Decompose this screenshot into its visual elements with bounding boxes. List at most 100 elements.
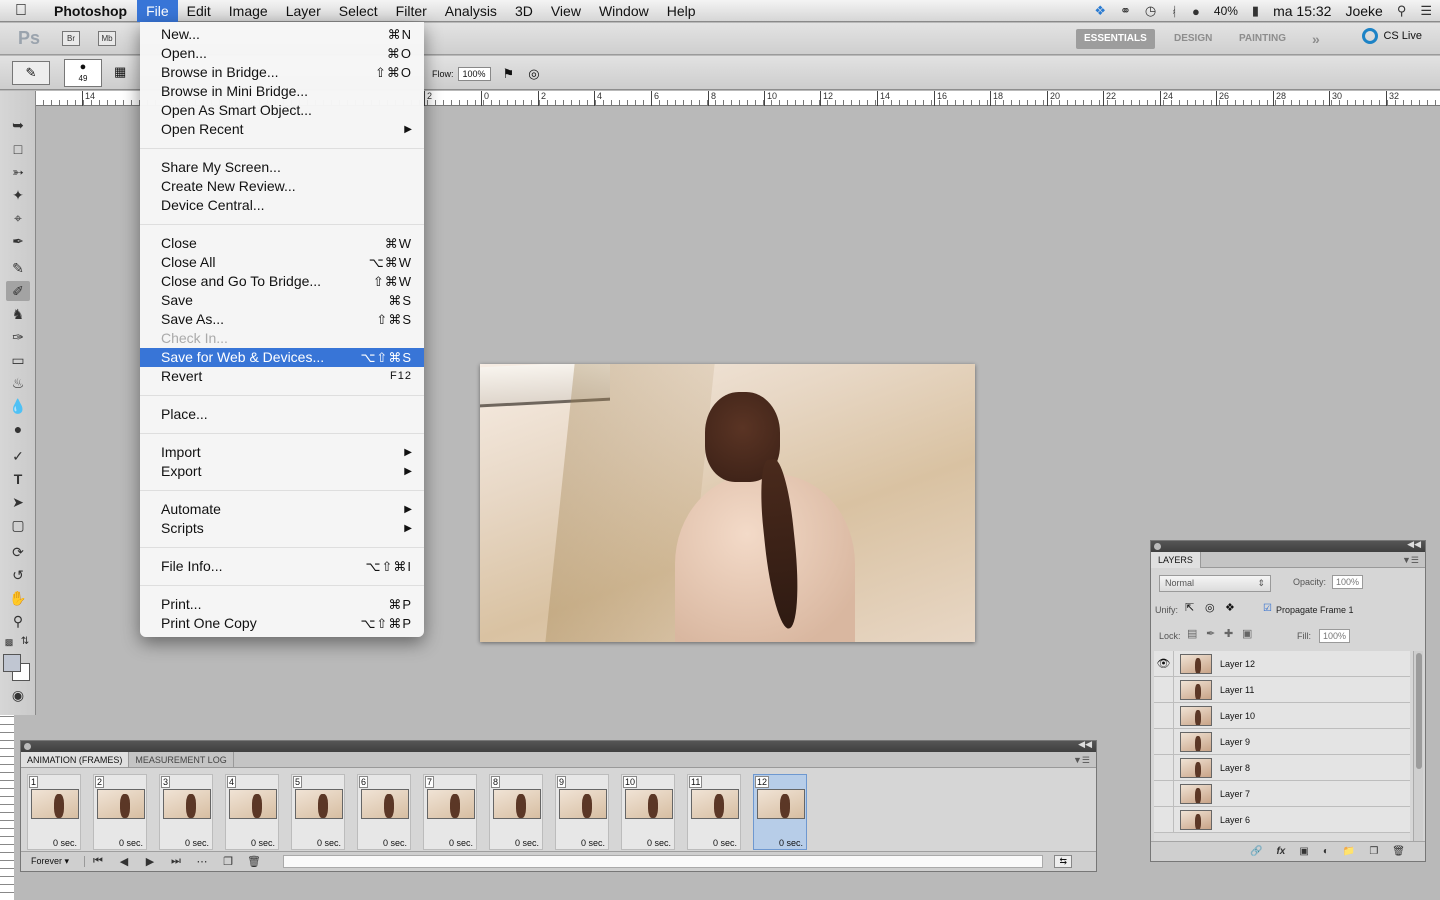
hand-tool-icon[interactable]: ✋	[6, 588, 30, 608]
quick-select-tool-icon[interactable]: ✦	[6, 185, 30, 205]
frame-delay[interactable]: 0 sec.	[779, 838, 803, 848]
tween-icon[interactable]: ⋯	[189, 855, 215, 868]
propagate-checkbox[interactable]: ☑	[1263, 603, 1272, 614]
dropbox-icon[interactable]: ❖	[1094, 3, 1106, 19]
adjustment-layer-icon[interactable]: ◐	[1323, 846, 1329, 857]
frame-delay[interactable]: 0 sec.	[251, 838, 275, 848]
frame-delay[interactable]: 0 sec.	[185, 838, 209, 848]
pen-tool-icon[interactable]: ✓	[6, 446, 30, 466]
blend-mode-select[interactable]: Normal ⇕	[1159, 575, 1271, 592]
eraser-tool-icon[interactable]: ▭	[6, 350, 30, 370]
scrollbar-thumb[interactable]	[1416, 653, 1422, 769]
mini-bridge-button[interactable]: Mb	[98, 31, 116, 46]
default-colors-icon[interactable]: ▩	[2, 632, 16, 652]
menu-analysis[interactable]: Analysis	[436, 0, 506, 22]
tab-layers[interactable]: LAYERS	[1151, 552, 1201, 568]
animation-frame[interactable]: 5 0 sec.	[291, 774, 345, 850]
animation-frame[interactable]: 4 0 sec.	[225, 774, 279, 850]
brush-tool-preset-picker[interactable]: ✎	[12, 61, 50, 85]
history-brush-tool-icon[interactable]: ✑	[6, 327, 30, 347]
menu-item-close-all[interactable]: Close All ⌥⌘W	[140, 253, 424, 272]
brush-preset-picker[interactable]: ● 49	[64, 59, 102, 87]
paint-bucket-tool-icon[interactable]: ♨	[6, 373, 30, 393]
delete-layer-icon[interactable]: 🗑	[1392, 846, 1405, 857]
workspace-painting[interactable]: PAINTING	[1231, 29, 1294, 49]
animation-frame[interactable]: 11 0 sec.	[687, 774, 741, 850]
menu-item-new[interactable]: New... ⌘N	[140, 25, 424, 44]
battery-percent[interactable]: 40%	[1214, 4, 1238, 18]
layer-row[interactable]: Layer 11	[1154, 676, 1410, 703]
user-name[interactable]: Joeke	[1345, 3, 1382, 19]
play-icon[interactable]: ▶	[137, 855, 163, 868]
menu-file[interactable]: File	[137, 0, 178, 22]
bluetooth-icon[interactable]: ᚮ	[1170, 4, 1178, 19]
more-workspaces-button[interactable]: »	[1304, 29, 1328, 49]
first-frame-icon[interactable]: ⏮	[85, 855, 111, 868]
3d-orbit-tool-icon[interactable]: ↺	[6, 565, 30, 585]
clone-stamp-tool-icon[interactable]: ♞	[6, 304, 30, 324]
frame-delay[interactable]: 0 sec.	[515, 838, 539, 848]
frame-delay[interactable]: 0 sec.	[53, 838, 77, 848]
new-layer-icon[interactable]: ❐	[1369, 846, 1378, 857]
marquee-tool-icon[interactable]: □	[6, 139, 30, 159]
menu-item-import[interactable]: Import ▶	[140, 443, 424, 462]
unify-position-icon[interactable]: ⇱	[1185, 601, 1194, 614]
layer-row[interactable]: 👁 Layer 12	[1154, 651, 1410, 677]
bridge-button[interactable]: Br	[62, 31, 80, 46]
menu-item-save-for-web[interactable]: Save for Web & Devices... ⌥⇧⌘S	[140, 348, 424, 367]
menu-item-open[interactable]: Open... ⌘O	[140, 44, 424, 63]
visibility-toggle[interactable]	[1154, 676, 1174, 703]
document-canvas-image[interactable]	[480, 364, 975, 642]
brush-panel-toggle-icon[interactable]: ▦	[114, 64, 126, 80]
eye-icon[interactable]: 👁	[1154, 651, 1174, 677]
tablet-pressure-icon[interactable]: ◎	[528, 66, 539, 82]
frame-delay[interactable]: 0 sec.	[581, 838, 605, 848]
frame-delay[interactable]: 0 sec.	[383, 838, 407, 848]
loop-options-select[interactable]: Forever ▾	[21, 856, 85, 867]
close-panel-icon[interactable]	[24, 743, 31, 750]
zoom-tool-icon[interactable]: ⚲	[6, 611, 30, 631]
menu-item-close[interactable]: Close ⌘W	[140, 234, 424, 253]
close-panel-icon[interactable]	[1154, 543, 1161, 550]
collapse-panel-icon[interactable]: ◀◀	[1078, 739, 1092, 750]
menu-image[interactable]: Image	[220, 0, 277, 22]
app-name-menu[interactable]: Photoshop	[42, 3, 137, 19]
animation-frame-selected[interactable]: 12 0 sec.	[753, 774, 807, 850]
layer-row[interactable]: Layer 10	[1154, 702, 1410, 729]
layer-style-icon[interactable]: fx	[1276, 846, 1285, 857]
frame-delay[interactable]: 0 sec.	[119, 838, 143, 848]
menu-item-scripts[interactable]: Scripts ▶	[140, 519, 424, 538]
menu-item-automate[interactable]: Automate ▶	[140, 500, 424, 519]
time-machine-icon[interactable]: ◷	[1145, 3, 1156, 19]
next-frame-icon[interactable]: ⏭	[163, 855, 189, 868]
panel-title-bar[interactable]: ◀◀	[21, 739, 1096, 752]
menu-item-export[interactable]: Export ▶	[140, 462, 424, 481]
layer-row[interactable]: Layer 9	[1154, 728, 1410, 755]
3d-rotate-tool-icon[interactable]: ⟳	[6, 542, 30, 562]
workspace-essentials[interactable]: ESSENTIALS	[1076, 29, 1155, 49]
type-tool-icon[interactable]: T	[6, 469, 30, 489]
new-group-icon[interactable]: 📁	[1343, 846, 1355, 857]
opacity-input[interactable]: 100%	[1332, 575, 1364, 589]
menu-item-share-my-screen[interactable]: Share My Screen...	[140, 158, 424, 177]
wifi-icon[interactable]: ●	[1192, 4, 1200, 19]
tab-measurement-log[interactable]: MEASUREMENT LOG	[129, 752, 234, 767]
layer-row[interactable]: Layer 6	[1154, 806, 1410, 833]
duplicate-frame-icon[interactable]: ❐	[215, 855, 241, 868]
tab-animation-frames[interactable]: ANIMATION (FRAMES)	[21, 752, 130, 767]
quick-mask-icon[interactable]: ◉	[6, 685, 30, 705]
cs-live-button[interactable]: CS Live	[1362, 28, 1422, 44]
frame-delay[interactable]: 0 sec.	[449, 838, 473, 848]
path-selection-tool-icon[interactable]: ➤	[6, 492, 30, 512]
panel-menu-icon[interactable]: ▼☰	[1402, 552, 1419, 568]
menu-item-device-central[interactable]: Device Central...	[140, 196, 424, 215]
visibility-toggle[interactable]	[1154, 806, 1174, 833]
unify-style-icon[interactable]: ❖	[1225, 601, 1235, 614]
flow-input[interactable]: 100%	[457, 67, 491, 81]
layers-scrollbar[interactable]	[1413, 651, 1423, 843]
previous-frame-icon[interactable]: ◀	[111, 855, 137, 868]
brush-tool-icon[interactable]: ✐	[6, 281, 30, 301]
menu-item-open-as-smart-object[interactable]: Open As Smart Object...	[140, 101, 424, 120]
animation-frame[interactable]: 10 0 sec.	[621, 774, 675, 850]
menu-help[interactable]: Help	[658, 0, 705, 22]
